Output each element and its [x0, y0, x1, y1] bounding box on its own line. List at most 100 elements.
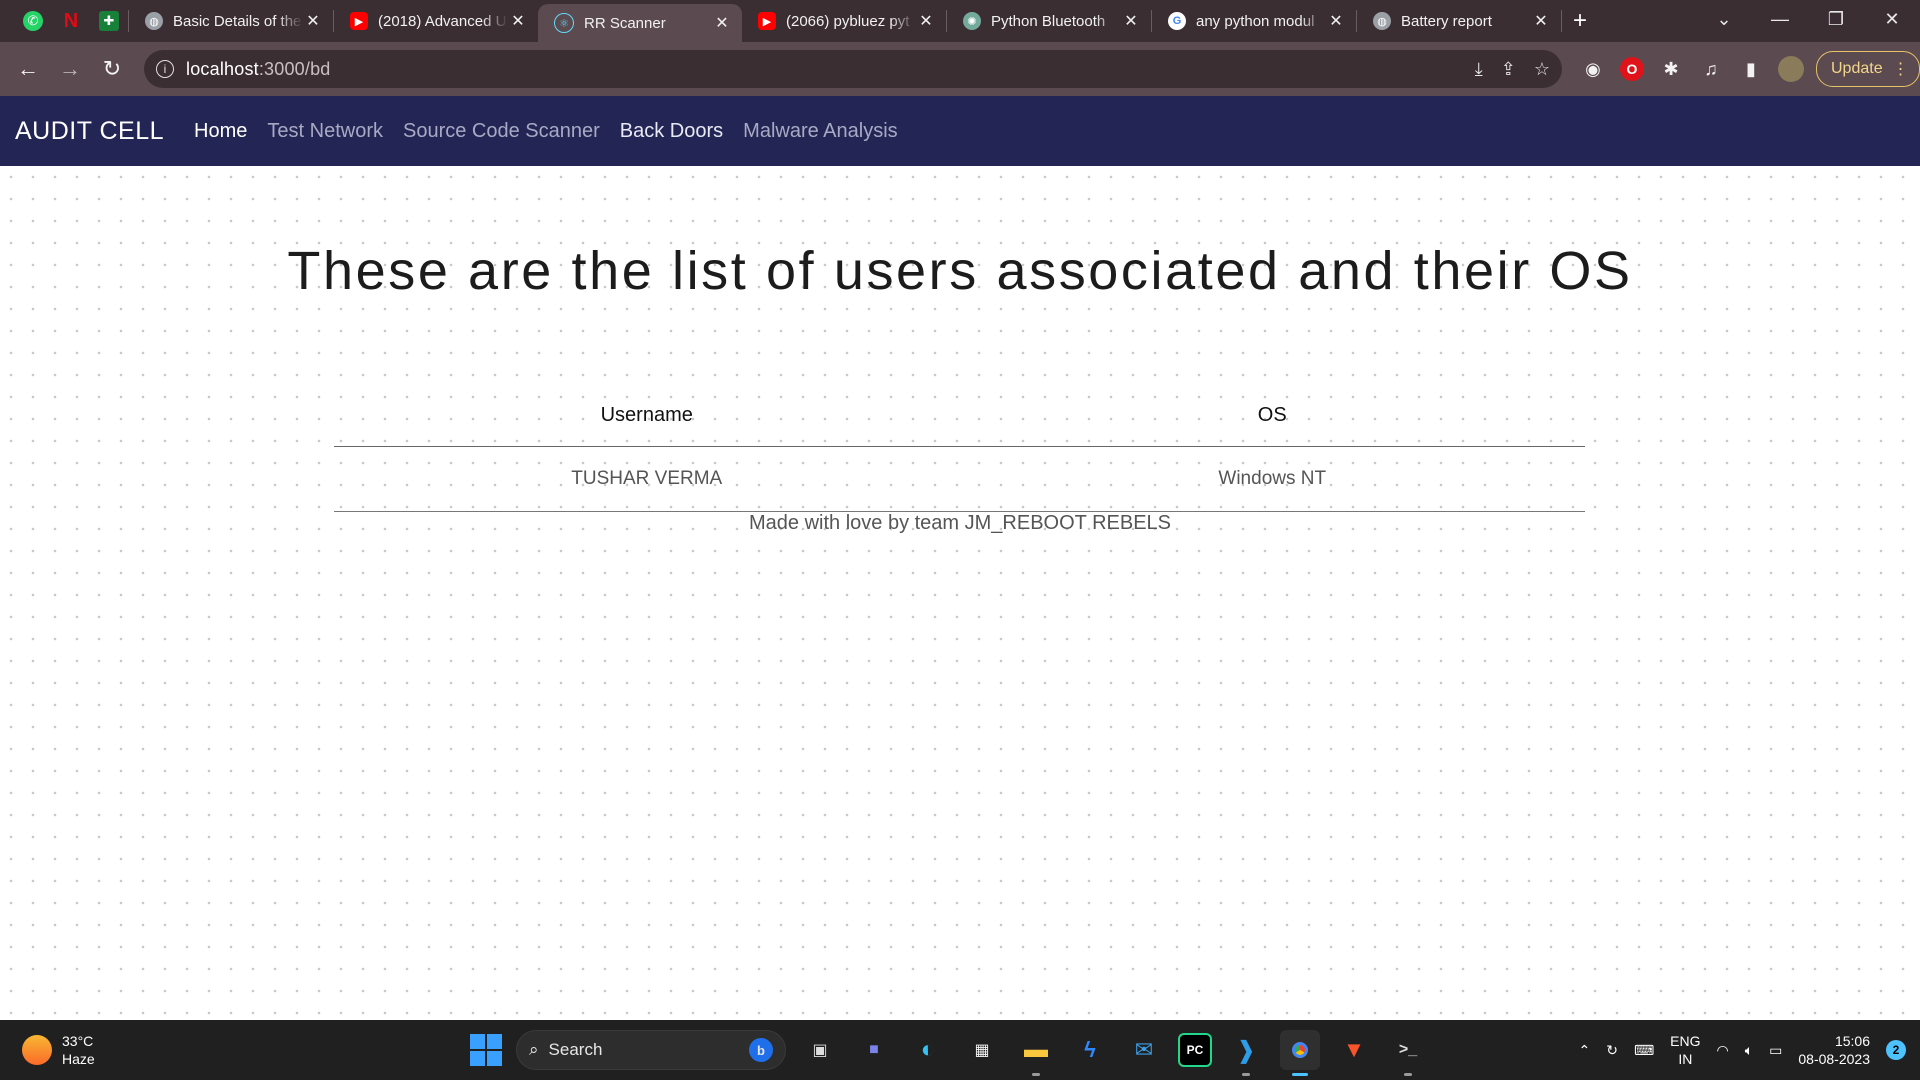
close-icon[interactable]: ✕	[1531, 11, 1551, 31]
weather-temp: 33°C	[62, 1033, 94, 1049]
pinned-tab-sheets[interactable]: ✚	[90, 0, 128, 42]
media-control-icon[interactable]: ♫	[1698, 56, 1724, 82]
brave-icon[interactable]: ▼	[1334, 1030, 1374, 1070]
teams-meet-icon[interactable]: ■	[854, 1030, 894, 1070]
tab-title: Battery report	[1401, 12, 1492, 30]
pinned-tab-netflix[interactable]: N	[52, 0, 90, 42]
close-icon[interactable]: ✕	[1326, 11, 1346, 31]
window-controls: ⌄ — ❐ ✕	[1696, 0, 1920, 38]
forward-button[interactable]: →	[50, 49, 90, 89]
cell-username: TUSHAR VERMA	[334, 446, 960, 512]
close-icon[interactable]: ✕	[303, 11, 323, 31]
wifi-icon[interactable]: ◠	[1717, 1042, 1729, 1059]
nav-home[interactable]: Home	[194, 120, 247, 143]
opera-extension-icon[interactable]: O	[1620, 57, 1644, 81]
taskbar-search[interactable]: ⌕ Search b	[516, 1030, 786, 1070]
close-icon[interactable]: ✕	[712, 13, 732, 33]
extensions-area: ◉ O ✱ ♫ ▮	[1580, 56, 1804, 82]
nav-back-doors[interactable]: Back Doors	[620, 120, 723, 143]
clock-date: 08-08-2023	[1798, 1051, 1870, 1067]
kebab-menu-icon[interactable]: ⋮	[1893, 59, 1909, 79]
google-sheets-icon: ✚	[99, 11, 119, 31]
browser-tab-strip: ✆ N ✚ ◍ Basic Details of the ✕ ▶ (2018) …	[0, 0, 1920, 42]
address-bar-actions: ⤓ ⇪ ☆	[1475, 59, 1550, 80]
new-tab-button[interactable]: +	[1562, 0, 1598, 42]
close-icon[interactable]: ✕	[916, 11, 936, 31]
cell-os: Windows NT	[959, 446, 1585, 512]
chrome-icon[interactable]	[1280, 1030, 1320, 1076]
clock[interactable]: 15:06 08-08-2023	[1798, 1032, 1870, 1068]
chevron-up-icon[interactable]: ⌃	[1578, 1042, 1590, 1059]
lang-line2: IN	[1678, 1051, 1693, 1067]
table-header-row: Username OS	[334, 384, 1585, 447]
nav-source-code-scanner[interactable]: Source Code Scanner	[403, 120, 600, 143]
page-title: These are the list of users associated a…	[287, 241, 1633, 302]
url-text: localhost:3000/bd	[186, 59, 331, 80]
netflix-icon: N	[63, 9, 79, 32]
weather-widget[interactable]: 33°C Haze	[22, 1032, 95, 1068]
power-automate-icon[interactable]: ϟ	[1070, 1030, 1110, 1070]
notification-badge[interactable]: 2	[1886, 1040, 1906, 1060]
browser-tab[interactable]: ▶ (2018) Advanced U ✕	[334, 0, 538, 42]
close-icon[interactable]: ✕	[1121, 11, 1141, 31]
incognito-extension-icon[interactable]: ◉	[1580, 56, 1606, 82]
pinned-tab-whatsapp[interactable]: ✆	[14, 0, 52, 42]
volume-icon[interactable]: 🔈︎	[1745, 1042, 1753, 1059]
weather-text: 33°C Haze	[62, 1032, 95, 1068]
column-header-username: Username	[334, 384, 960, 447]
share-icon[interactable]: ⇪	[1501, 59, 1516, 80]
task-view-icon[interactable]: ▣	[800, 1030, 840, 1070]
sync-icon[interactable]: ↻	[1606, 1042, 1618, 1059]
address-bar[interactable]: i localhost:3000/bd ⤓ ⇪ ☆	[144, 50, 1562, 88]
taskbar: 33°C Haze ⌕ Search b ▣ ■ ◐ ▦ ▬ ϟ ✉ PC ❱ …	[0, 1020, 1920, 1080]
install-app-icon[interactable]: ⤓	[1475, 59, 1483, 80]
edge-icon[interactable]: ◐	[908, 1030, 948, 1070]
chatgpt-icon: ✺	[963, 12, 981, 30]
browser-toolbar: ← → ↻ i localhost:3000/bd ⤓ ⇪ ☆ ◉ O ✱ ♫ …	[0, 42, 1920, 96]
mail-icon[interactable]: ✉	[1124, 1030, 1164, 1070]
react-icon: ⚛	[554, 13, 574, 33]
restore-button[interactable]: ❐	[1808, 9, 1864, 30]
browser-tab[interactable]: ✺ Python Bluetooth ✕	[947, 0, 1151, 42]
reload-button[interactable]: ↻	[92, 49, 132, 89]
language-indicator[interactable]: ENG IN	[1670, 1032, 1700, 1068]
globe-icon: ◍	[145, 12, 163, 30]
file-explorer-icon[interactable]: ▬	[1016, 1030, 1056, 1076]
minimize-button[interactable]: —	[1752, 9, 1808, 30]
windows-start-icon[interactable]	[470, 1034, 502, 1066]
pycharm-icon[interactable]: PC	[1178, 1033, 1212, 1067]
browser-tab-active[interactable]: ⚛ RR Scanner ✕	[538, 4, 742, 42]
browser-tab[interactable]: ◍ Basic Details of the ✕	[129, 0, 333, 42]
browser-tab[interactable]: G any python modul ✕	[1152, 0, 1356, 42]
users-table: Username OS TUSHAR VERMA Windows NT	[334, 384, 1585, 512]
back-button[interactable]: ←	[8, 49, 48, 89]
pinned-tabs: ✆ N ✚	[0, 0, 128, 42]
vscode-icon[interactable]: ❱	[1226, 1030, 1266, 1076]
site-info-icon[interactable]: i	[156, 60, 174, 78]
search-label: Search	[548, 1040, 603, 1059]
nav-malware-analysis[interactable]: Malware Analysis	[743, 120, 898, 143]
terminal-icon[interactable]: >_	[1388, 1030, 1428, 1076]
footer-credit: Made with love by team JM_REBOOT REBELS	[748, 512, 1171, 534]
nav-test-network[interactable]: Test Network	[267, 120, 383, 143]
update-button[interactable]: Update ⋮	[1816, 51, 1920, 87]
brand-logo[interactable]: AUDIT CELL	[15, 117, 164, 146]
bookmark-star-icon[interactable]: ☆	[1534, 59, 1550, 80]
tab-title: Python Bluetooth	[991, 12, 1106, 30]
lang-line1: ENG	[1670, 1033, 1701, 1049]
bing-icon[interactable]: b	[749, 1038, 773, 1062]
keyboard-icon[interactable]: ⌨	[1634, 1042, 1654, 1059]
close-icon[interactable]: ✕	[508, 11, 528, 31]
tab-search-icon[interactable]: ⌄	[1696, 9, 1752, 30]
battery-icon[interactable]: ▭	[1769, 1042, 1782, 1059]
system-tray: ⌃ ↻ ⌨ ENG IN ◠ 🔈︎ ▭ 15:06 08-08-2023 2	[1578, 1020, 1920, 1080]
app-navbar: AUDIT CELL Home Test Network Source Code…	[0, 96, 1920, 166]
profile-avatar[interactable]	[1778, 56, 1804, 82]
side-panel-icon[interactable]: ▮	[1738, 56, 1764, 82]
browser-tab[interactable]: ▶ (2066) pybluez pyt ✕	[742, 0, 946, 42]
browser-tab[interactable]: ◍ Battery report ✕	[1357, 0, 1561, 42]
puzzle-extensions-icon[interactable]: ✱	[1658, 56, 1684, 82]
tab-title: (2018) Advanced U	[378, 12, 507, 30]
close-window-button[interactable]: ✕	[1864, 9, 1920, 30]
microsoft-store-icon[interactable]: ▦	[962, 1030, 1002, 1070]
